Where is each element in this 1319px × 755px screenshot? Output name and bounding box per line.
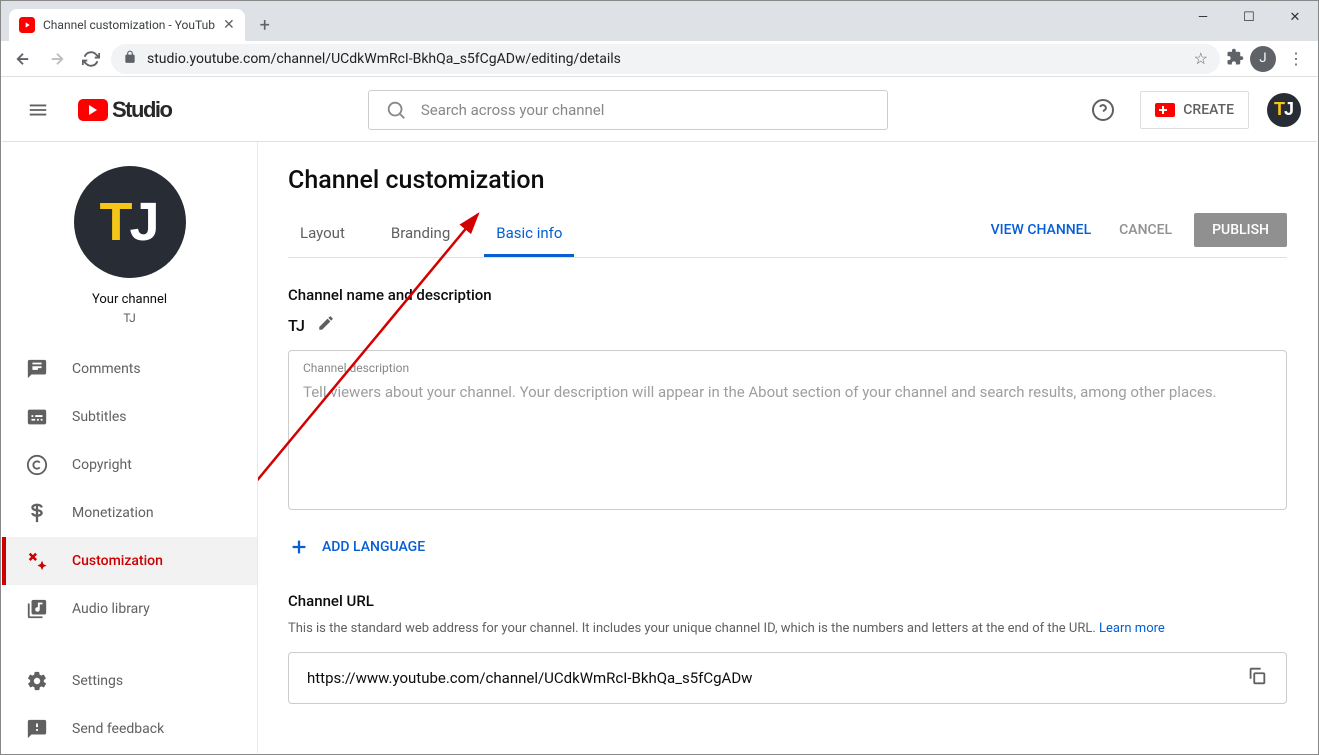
sidebar-item-label: Monetization [72,505,154,521]
studio-logo-text: Studio [112,97,171,123]
channel-name-row: TJ [288,314,1287,336]
copy-url-icon[interactable] [1238,657,1276,699]
sidebar-item-label: Comments [72,361,141,377]
search-icon [385,99,407,121]
channel-url-section: Channel URL This is the standard web add… [288,592,1287,704]
browser-window: Channel customization - YouTub ✕ + — ☐ ✕… [0,0,1319,755]
sidebar-item-comments[interactable]: Comments [2,345,257,393]
sidebar-item-label: Audio library [72,601,150,617]
search-wrap [191,90,1064,130]
gear-icon [26,670,48,692]
cancel-button[interactable]: CANCEL [1113,214,1178,246]
customization-icon [26,550,48,572]
maximize-button[interactable]: ☐ [1226,1,1272,33]
feedback-icon [26,718,48,740]
sidebar-item-label: Send feedback [72,721,164,737]
header-right: CREATE TJ [1084,91,1301,129]
plus-icon [288,536,310,558]
section-heading: Channel URL [288,592,1287,610]
close-tab-icon[interactable]: ✕ [223,17,235,33]
edit-name-icon[interactable] [317,314,335,336]
audio-library-icon [26,598,48,620]
view-channel-button[interactable]: VIEW CHANNEL [985,214,1098,246]
tabs: Layout Branding Basic info [288,214,574,256]
extensions-icon[interactable] [1226,48,1244,70]
new-tab-button[interactable]: + [251,11,279,39]
learn-more-link[interactable]: Learn more [1099,621,1165,636]
subtitles-icon [26,406,48,428]
description-textarea[interactable]: Channel description Tell viewers about y… [288,350,1287,510]
youtube-favicon-icon [19,17,35,33]
studio-logo[interactable]: Studio [78,97,171,123]
section-heading: Channel name and description [288,286,1287,304]
sidebar-item-subtitles[interactable]: Subtitles [2,393,257,441]
channel-avatar[interactable]: TJ [74,166,186,278]
app-header: Studio CREATE TJ [2,78,1317,142]
page-title: Channel customization [288,166,1287,195]
browser-menu-icon[interactable]: ⋮ [1282,49,1310,68]
back-button[interactable] [9,45,37,73]
channel-name-small: TJ [123,311,135,325]
description-label: Channel description [303,361,1272,375]
reload-button[interactable] [77,45,105,73]
browser-titlebar: Channel customization - YouTub ✕ + — ☐ ✕ [1,1,1318,41]
app-container: Studio CREATE TJ TJ [2,78,1317,753]
lock-icon [123,50,137,68]
account-avatar[interactable]: TJ [1267,93,1301,127]
sidebar-item-customization[interactable]: Customization [2,537,257,585]
browser-tab[interactable]: Channel customization - YouTub ✕ [9,9,245,41]
create-icon [1155,103,1175,117]
add-language-button[interactable]: ADD LANGUAGE [288,530,1287,564]
hamburger-menu-icon[interactable] [18,90,58,130]
tab-branding[interactable]: Branding [379,214,462,256]
channel-url-value[interactable]: https://www.youtube.com/channel/UCdkWmRc… [307,669,1238,687]
channel-block: TJ Your channel TJ [2,158,257,345]
monetization-icon [26,502,48,524]
sidebar-item-label: Copyright [72,457,132,473]
tab-basic-info[interactable]: Basic info [484,214,574,256]
youtube-logo-icon [78,99,108,121]
tab-layout[interactable]: Layout [288,214,357,256]
sidebar-item-audio-library[interactable]: Audio library [2,585,257,633]
main-content: Channel customization Layout Branding Ba… [258,142,1317,753]
sidebar-item-settings[interactable]: Settings [2,657,257,705]
omnibox[interactable]: studio.youtube.com/channel/UCdkWmRcI-Bkh… [111,44,1220,74]
channel-name-value: TJ [288,316,305,335]
tab-title: Channel customization - YouTub [43,18,215,32]
create-button[interactable]: CREATE [1140,91,1249,129]
search-input[interactable] [421,101,871,119]
sidebar-item-label: Settings [72,673,123,689]
url-text: studio.youtube.com/channel/UCdkWmRcI-Bkh… [147,51,1184,67]
channel-url-subtext: This is the standard web address for you… [288,620,1287,638]
bookmark-star-icon[interactable]: ☆ [1194,49,1208,68]
sidebar-item-label: Customization [72,553,163,569]
comments-icon [26,358,48,380]
sidebar-item-label: Subtitles [72,409,127,425]
sidebar-item-copyright[interactable]: Copyright [2,441,257,489]
copyright-icon [26,454,48,476]
publish-button[interactable]: PUBLISH [1194,213,1287,247]
close-window-button[interactable]: ✕ [1272,1,1318,33]
window-controls: — ☐ ✕ [1180,1,1318,33]
sidebar-item-monetization[interactable]: Monetization [2,489,257,537]
address-bar: studio.youtube.com/channel/UCdkWmRcI-Bkh… [1,41,1318,77]
app-body: TJ Your channel TJ Comments Subtitles Co… [2,142,1317,753]
create-label: CREATE [1183,102,1234,118]
header-actions: VIEW CHANNEL CANCEL PUBLISH [985,213,1287,257]
browser-profile-avatar[interactable]: J [1250,46,1276,72]
name-description-section: Channel name and description TJ Channel … [288,286,1287,564]
search-box[interactable] [368,90,888,130]
sidebar: TJ Your channel TJ Comments Subtitles Co… [2,142,258,753]
forward-button[interactable] [43,45,71,73]
description-placeholder: Tell viewers about your channel. Your de… [303,381,1272,404]
tabs-row: Layout Branding Basic info VIEW CHANNEL … [288,213,1287,258]
help-icon[interactable] [1084,91,1122,129]
sidebar-item-feedback[interactable]: Send feedback [2,705,257,753]
your-channel-label: Your channel [92,292,167,307]
minimize-button[interactable]: — [1180,1,1226,33]
channel-url-box: https://www.youtube.com/channel/UCdkWmRc… [288,652,1287,704]
